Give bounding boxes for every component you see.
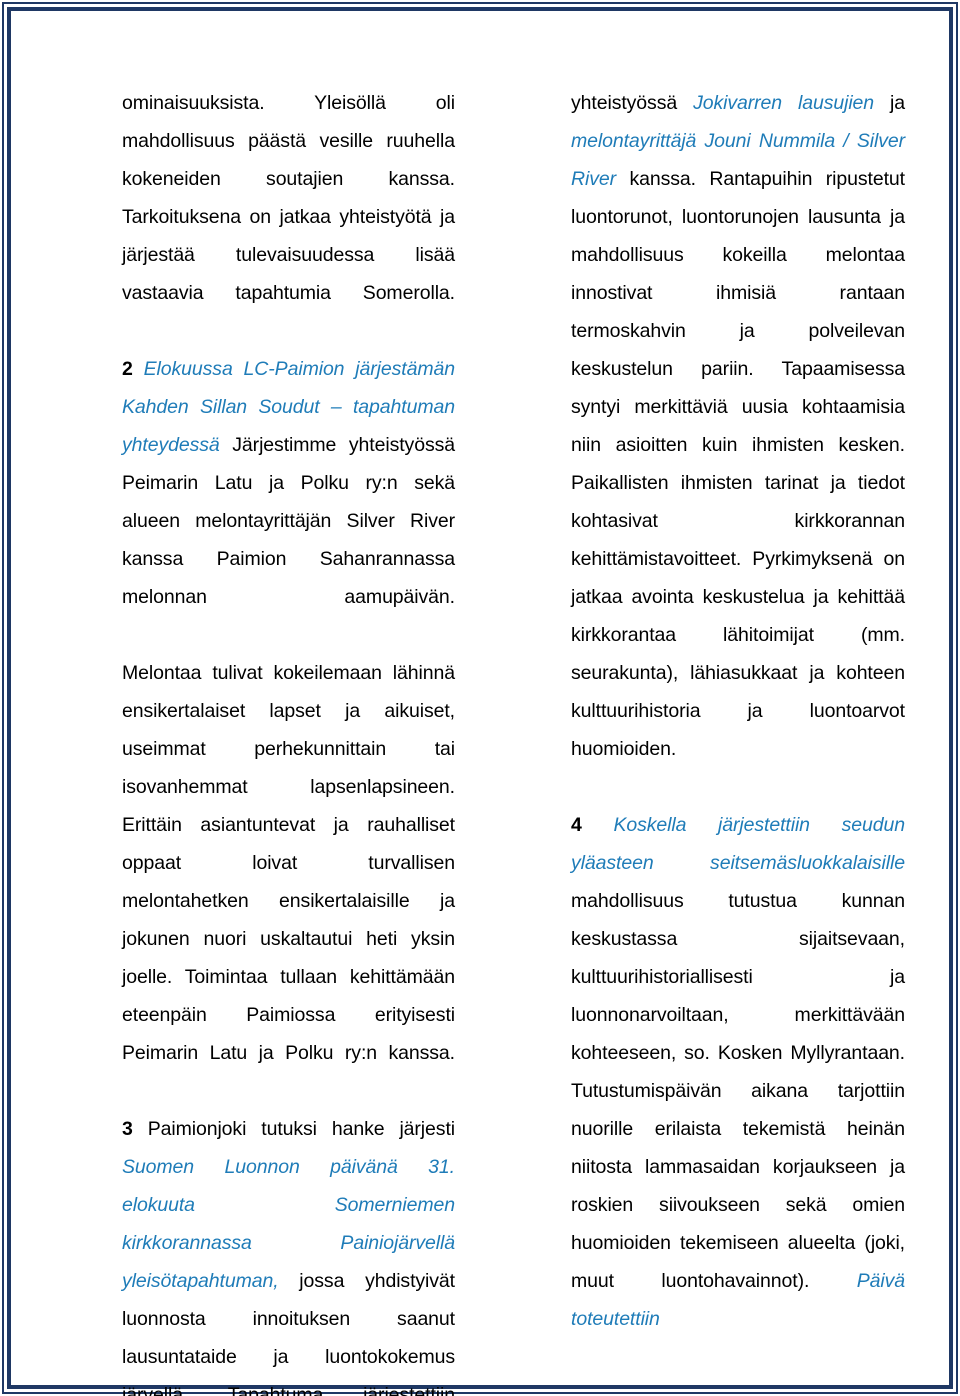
document-page: ominaisuuksista. Yleisöllä oli mahdollis…: [0, 0, 960, 1396]
text-run-blue: Koskella järjestettiin seudun yläasteen …: [571, 814, 905, 874]
text-run-plain: yhteistyössä: [571, 92, 694, 114]
paragraph-item-3: 3 Paimionjoki tutuksi hanke järjesti Suo…: [122, 1110, 455, 1396]
text-run-plain: Paimionjoki tutuksi hanke järjesti: [147, 1118, 455, 1140]
text-run-bold: 4: [571, 814, 614, 836]
right-column: yhteistyössä Jokivarren lausujien ja mel…: [571, 84, 905, 1376]
text-run-bold: 2: [122, 358, 144, 380]
text-run-plain: Melontaa tulivat kokeilemaan lähinnä ens…: [122, 662, 455, 1064]
paragraph-item-2: 2 Elokuussa LC-Paimion järjestämän Kahde…: [122, 350, 455, 654]
paragraph-continuation: ominaisuuksista. Yleisöllä oli mahdollis…: [122, 84, 455, 350]
two-column-layout: ominaisuuksista. Yleisöllä oli mahdollis…: [0, 0, 960, 1396]
text-run-plain: mahdollisuus tutustua kunnan keskustassa…: [571, 890, 905, 1292]
text-run-plain: Järjestimme yhteistyössä Peimarin Latu j…: [122, 434, 455, 608]
paragraph-item-3-continued: yhteistyössä Jokivarren lausujien ja mel…: [571, 84, 905, 806]
text-run-plain: ominaisuuksista. Yleisöllä oli mahdollis…: [122, 92, 455, 304]
text-run-bold: 3: [122, 1118, 148, 1140]
text-run-blue: Jokivarren lausujien: [693, 92, 875, 114]
text-run-plain: ja: [874, 92, 906, 114]
paragraph-item-4: 4 Koskella järjestettiin seudun yläastee…: [571, 806, 905, 1376]
text-run-plain: kanssa. Rantapuihin ripustetut luontorun…: [571, 168, 905, 760]
left-column: ominaisuuksista. Yleisöllä oli mahdollis…: [122, 84, 455, 1396]
paragraph-item-2-body: Melontaa tulivat kokeilemaan lähinnä ens…: [122, 654, 455, 1110]
